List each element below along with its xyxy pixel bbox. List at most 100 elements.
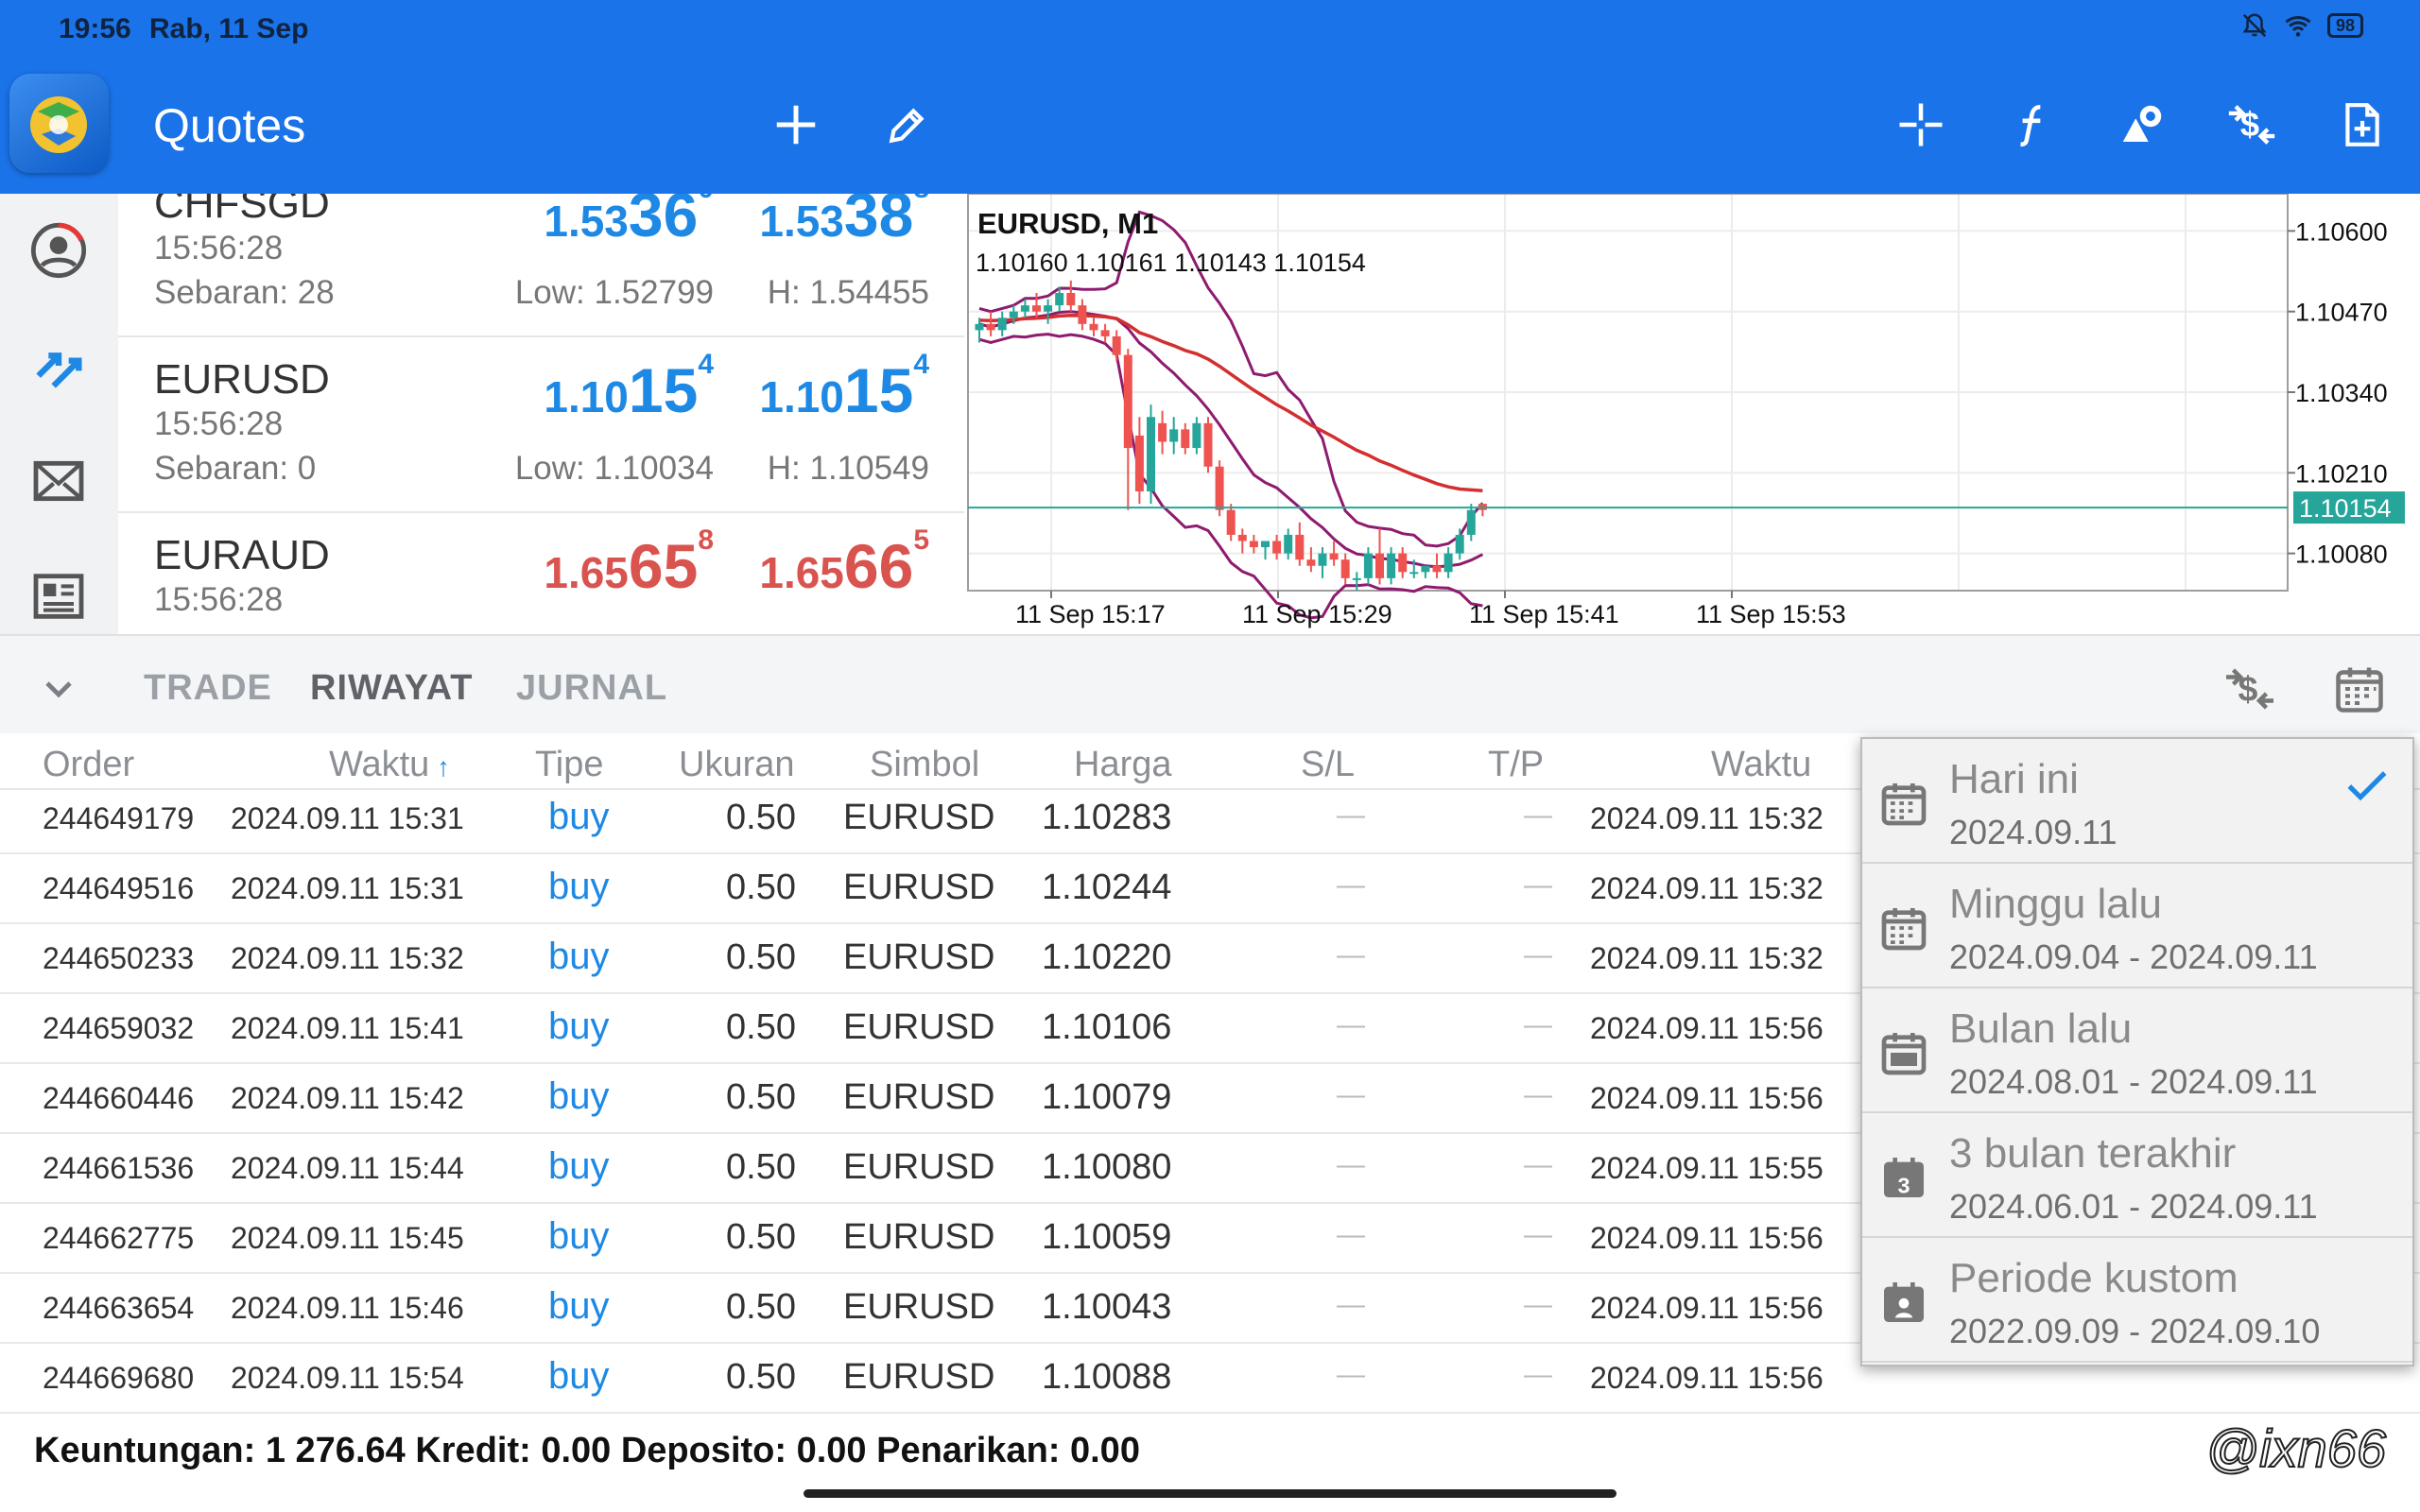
candle-body	[1466, 509, 1476, 535]
period-option[interactable]: Hari ini 2024.09.11	[1862, 739, 2412, 864]
calendar-icon[interactable]	[2331, 661, 2388, 717]
cell-symbol: EURUSD	[843, 1217, 995, 1257]
cell-price: 1.10220	[1042, 937, 1172, 977]
cell-time: 2024.09.11 15:31	[231, 801, 464, 835]
cell-symbol: EURUSD	[843, 1287, 995, 1327]
period-range: 2024.06.01 - 2024.09.11	[1949, 1187, 2318, 1226]
cell-order: 244662775	[43, 1221, 195, 1255]
shapes-icon[interactable]	[2112, 94, 2172, 155]
cell-sl: —	[1337, 1079, 1365, 1110]
cell-tp: —	[1524, 799, 1552, 831]
cell-order: 244649516	[43, 871, 195, 905]
account-icon[interactable]	[28, 220, 89, 281]
cell-symbol: EURUSD	[843, 868, 995, 907]
dollar-trade-icon[interactable]: $	[2221, 94, 2282, 155]
dollar-trade-icon[interactable]: $	[2221, 661, 2278, 717]
quote-low: Low: 1.52799	[514, 274, 714, 311]
cell-order: 244649179	[43, 801, 195, 835]
candle-body	[1020, 305, 1029, 312]
quote-bid: 1.65658	[544, 524, 714, 602]
quote-symbol: CHFSGD	[154, 194, 330, 227]
col-close-time[interactable]: Waktu	[1711, 745, 1811, 785]
candle	[1398, 547, 1408, 578]
candle	[1375, 528, 1384, 585]
calendar-custom-icon	[1884, 1282, 1924, 1322]
candle	[1352, 572, 1361, 591]
ask-pips: 38	[843, 194, 914, 249]
home-indicator[interactable]	[804, 1489, 1616, 1498]
period-option[interactable]: Periode kustom 2022.09.09 - 2024.09.10	[1862, 1238, 2412, 1363]
crosshair-icon[interactable]	[1891, 94, 1951, 155]
quote-row-euraud[interactable]: EURAUD 15:56:28 1.65658 1.65665	[118, 513, 964, 634]
svg-text:$: $	[2238, 669, 2258, 709]
indicator-f-icon[interactable]	[2002, 94, 2063, 155]
calendar-3-icon: 3	[1884, 1158, 1924, 1197]
quote-time: 15:56:28	[154, 581, 284, 618]
period-option[interactable]: Bulan lalu 2024.08.01 - 2024.09.11	[1862, 988, 2412, 1113]
col-sl[interactable]: S/L	[1301, 745, 1355, 785]
cell-order: 244660446	[43, 1081, 195, 1115]
candle-body	[1329, 553, 1339, 560]
col-tp[interactable]: T/P	[1488, 745, 1544, 785]
col-volume[interactable]: Ukuran	[679, 745, 795, 785]
mail-icon[interactable]	[28, 451, 89, 511]
price-chart[interactable]: 1.10154 1.10600 1.10470 1.10340 1.10210 1.10…	[964, 194, 2420, 634]
col-time[interactable]: Waktu ↑	[329, 745, 450, 785]
cell-tp: —	[1524, 1079, 1552, 1110]
cell-type: buy	[548, 1215, 610, 1257]
quote-time: 15:56:28	[154, 405, 284, 442]
col-type[interactable]: Tipe	[535, 745, 604, 785]
candle-body	[1318, 553, 1327, 566]
quote-high: H: 1.10549	[767, 450, 929, 487]
cell-close-time: 2024.09.11 15:55	[1590, 1151, 1824, 1185]
candle-body	[997, 318, 1007, 331]
chevron-down-icon[interactable]	[36, 666, 81, 712]
cell-close-time: 2024.09.11 15:32	[1590, 941, 1824, 975]
cell-tp: —	[1524, 1219, 1552, 1250]
chart-title: EURUSD, M1	[977, 207, 1158, 240]
period-option[interactable]: Minggu lalu 2024.09.04 - 2024.09.11	[1862, 864, 2412, 988]
chart-ohlc: 1.10160 1.10161 1.10143 1.10154	[976, 249, 1366, 277]
calendar-day-icon	[1881, 783, 1927, 826]
cell-sl: —	[1337, 1219, 1365, 1250]
chart-svg[interactable]: 1.10154 1.10600 1.10470 1.10340 1.10210 1.10…	[964, 194, 2420, 634]
trade-arrows-icon[interactable]	[28, 335, 89, 396]
cell-volume: 0.50	[726, 1217, 796, 1257]
cell-sl: —	[1337, 799, 1365, 831]
add-icon[interactable]	[766, 94, 826, 155]
candle	[1158, 410, 1167, 455]
news-icon[interactable]	[28, 566, 89, 627]
new-document-icon[interactable]	[2331, 94, 2392, 155]
period-option[interactable]: 3 3 bulan terakhir 2024.06.01 - 2024.09.11	[1862, 1113, 2412, 1238]
status-time: 19:56	[59, 13, 131, 44]
candle	[1295, 522, 1305, 566]
cell-time: 2024.09.11 15:44	[231, 1151, 464, 1185]
candle-body	[1272, 541, 1282, 554]
quote-low: Low: 1.10034	[514, 450, 714, 487]
candle	[1432, 553, 1442, 578]
col-price[interactable]: Harga	[1074, 745, 1172, 785]
cell-tp: —	[1524, 1289, 1552, 1320]
candle-body	[1147, 417, 1155, 491]
quote-ask: 1.10154	[759, 349, 929, 426]
bid-fraction: 8	[698, 524, 714, 556]
watermark: @ixn66	[2204, 1418, 2387, 1479]
cell-time: 2024.09.11 15:41	[231, 1011, 464, 1045]
col-order[interactable]: Order	[43, 745, 134, 785]
edit-icon[interactable]	[877, 94, 938, 155]
cell-type: buy	[548, 796, 610, 837]
period-dropdown: Hari ini 2024.09.11 Minggu lalu 2024.09.04 …	[1860, 737, 2414, 1366]
candle	[1112, 330, 1121, 362]
cell-volume: 0.50	[726, 937, 796, 977]
cell-symbol: EURUSD	[843, 798, 995, 837]
candle-body	[1066, 293, 1076, 306]
cell-order: 244669680	[43, 1361, 195, 1395]
tab-journal[interactable]: JURNAL	[516, 668, 667, 709]
col-symbol[interactable]: Simbol	[870, 745, 979, 785]
quote-row-eurusd[interactable]: EURUSD 15:56:28 Sebaran: 0 1.10154 1.101…	[118, 337, 964, 513]
tab-trade[interactable]: TRADE	[144, 668, 272, 709]
app-logo-icon[interactable]	[9, 74, 109, 173]
tab-history[interactable]: RIWAYAT	[310, 668, 473, 709]
cell-price: 1.10059	[1042, 1217, 1172, 1257]
quote-row-chfsgd[interactable]: CHFSGD 15:56:28 Sebaran: 28 1.53360 1.53…	[118, 194, 964, 337]
